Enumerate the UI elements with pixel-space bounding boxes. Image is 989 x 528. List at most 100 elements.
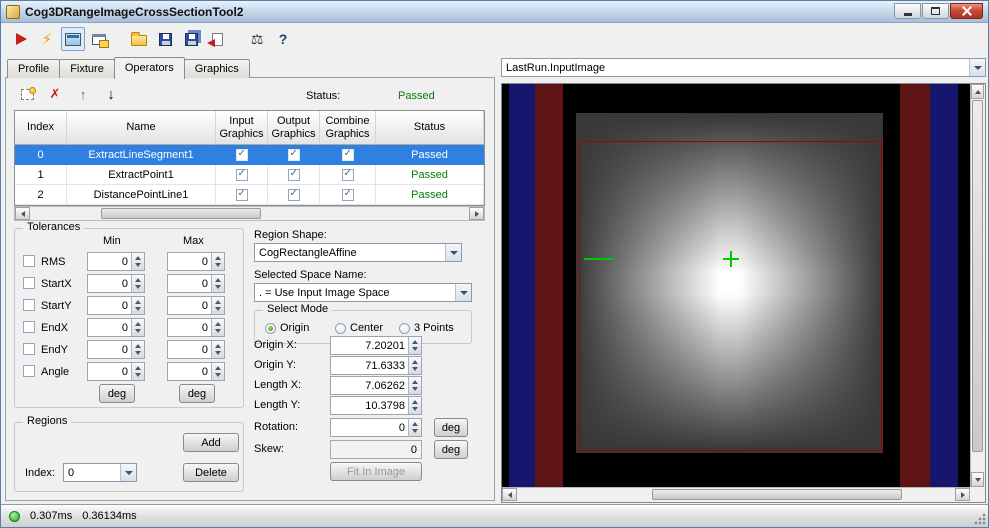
table-cell-input-graphics[interactable]: ✓ [216, 185, 268, 205]
starty-min-spinner[interactable]: 0 [87, 296, 145, 315]
angle-checkbox[interactable] [23, 365, 35, 377]
image-horizontal-scrollbar[interactable] [502, 487, 970, 502]
spinner-buttons[interactable] [408, 377, 421, 394]
close-button[interactable] [950, 3, 983, 19]
tab-fixture[interactable]: Fixture [59, 59, 115, 78]
table-cell-input-graphics[interactable]: ✓ [216, 165, 268, 185]
startx-min-spinner[interactable]: 0 [87, 274, 145, 293]
spinner-buttons[interactable] [211, 319, 224, 336]
combine-graphics-checkbox[interactable]: ✓ [341, 188, 354, 201]
spinner-buttons[interactable] [211, 297, 224, 314]
fit-in-image-button[interactable]: Fit In Image [330, 462, 422, 481]
spinner-buttons[interactable] [408, 419, 421, 436]
table-cell-combine-graphics[interactable]: ✓ [320, 145, 376, 165]
table-cell-status[interactable]: Passed [376, 145, 484, 165]
column-header-input-graphics[interactable]: Input Graphics [216, 111, 268, 145]
add-operator-button[interactable] [16, 84, 38, 104]
input-graphics-checkbox[interactable]: ✓ [235, 168, 248, 181]
endx-checkbox[interactable] [23, 321, 35, 333]
startx-checkbox[interactable] [23, 277, 35, 289]
combo-dropdown-button[interactable] [969, 59, 985, 76]
spinner-buttons[interactable] [131, 297, 144, 314]
table-cell-status[interactable]: Passed [376, 185, 484, 205]
column-header-combine-graphics[interactable]: Combine Graphics [320, 111, 376, 145]
combo-dropdown-button[interactable] [445, 244, 461, 261]
skew-deg-button[interactable]: deg [434, 440, 468, 459]
endy-max-spinner[interactable]: 0 [167, 340, 225, 359]
table-horizontal-scrollbar[interactable] [14, 206, 485, 221]
resize-grip[interactable] [974, 513, 986, 525]
spinner-buttons[interactable] [408, 397, 421, 414]
scroll-left-button[interactable] [502, 488, 517, 501]
angle-min-spinner[interactable]: 0 [87, 362, 145, 381]
table-cell-name[interactable]: ExtractLineSegment1 [67, 145, 216, 165]
origin-y-spinner[interactable]: 71.6333 [330, 356, 422, 375]
table-cell-input-graphics[interactable]: ✓ [216, 145, 268, 165]
spinner-buttons[interactable] [131, 275, 144, 292]
scroll-right-button[interactable] [955, 488, 970, 501]
image-source-combo[interactable]: LastRun.InputImage [501, 58, 986, 77]
scrollbar-thumb[interactable] [972, 100, 983, 452]
add-region-button[interactable]: Add [183, 433, 239, 452]
run-button[interactable] [9, 27, 33, 51]
endy-min-spinner[interactable]: 0 [87, 340, 145, 359]
table-cell-index[interactable]: 2 [15, 185, 67, 205]
spinner-buttons[interactable] [131, 341, 144, 358]
input-graphics-checkbox[interactable]: ✓ [235, 148, 248, 161]
scroll-left-button[interactable] [15, 207, 30, 220]
table-cell-name[interactable]: DistancePointLine1 [67, 185, 216, 205]
endx-min-spinner[interactable]: 0 [87, 318, 145, 337]
range-image-view[interactable] [502, 84, 970, 487]
endx-max-spinner[interactable]: 0 [167, 318, 225, 337]
region-index-combo[interactable]: 0 [63, 463, 137, 482]
move-up-button[interactable]: ↑ [72, 84, 94, 104]
spinner-buttons[interactable] [131, 253, 144, 270]
scrollbar-thumb[interactable] [101, 208, 261, 219]
float-result-button[interactable] [87, 27, 111, 51]
mode-3points-radio[interactable]: 3 Points [399, 322, 454, 334]
region-outline-graphic[interactable] [579, 141, 882, 451]
length-y-spinner[interactable]: 10.3798 [330, 396, 422, 415]
table-cell-output-graphics[interactable]: ✓ [268, 185, 320, 205]
angle-max-deg-button[interactable]: deg [179, 384, 215, 403]
delete-operator-button[interactable]: ✗ [44, 84, 66, 104]
spinner-buttons[interactable] [408, 357, 421, 374]
scrollbar-thumb[interactable] [652, 489, 902, 500]
save-all-button[interactable] [179, 27, 203, 51]
image-vertical-scrollbar[interactable] [970, 84, 985, 487]
tab-graphics[interactable]: Graphics [183, 59, 250, 78]
tab-profile[interactable]: Profile [7, 59, 61, 78]
mode-center-radio[interactable]: Center [335, 322, 383, 334]
column-header-output-graphics[interactable]: Output Graphics [268, 111, 320, 145]
starty-max-spinner[interactable]: 0 [167, 296, 225, 315]
result-display-button[interactable] [61, 27, 85, 51]
table-cell-output-graphics[interactable]: ✓ [268, 165, 320, 185]
run-continuous-button[interactable]: ⚡ [35, 27, 59, 51]
length-x-spinner[interactable]: 7.06262 [330, 376, 422, 395]
save-button[interactable] [153, 27, 177, 51]
title-bar[interactable]: Cog3DRangeImageCrossSectionTool2 [1, 1, 988, 23]
delete-region-button[interactable]: Delete [183, 463, 239, 482]
region-shape-combo[interactable]: CogRectangleAffine [254, 243, 462, 262]
table-cell-index[interactable]: 1 [15, 165, 67, 185]
table-cell-combine-graphics[interactable]: ✓ [320, 185, 376, 205]
rms-max-spinner[interactable]: 0 [167, 252, 225, 271]
tab-operators[interactable]: Operators [113, 57, 185, 79]
rotation-deg-button[interactable]: deg [434, 418, 468, 437]
spinner-buttons[interactable] [131, 363, 144, 380]
spinner-buttons[interactable] [131, 319, 144, 336]
angle-min-deg-button[interactable]: deg [99, 384, 135, 403]
combine-graphics-checkbox[interactable]: ✓ [341, 148, 354, 161]
column-header-name[interactable]: Name [67, 111, 216, 145]
spinner-buttons[interactable] [211, 275, 224, 292]
column-header-status[interactable]: Status [376, 111, 484, 145]
scroll-up-button[interactable] [971, 84, 984, 99]
maximize-button[interactable] [922, 3, 949, 19]
spinner-buttons[interactable] [408, 337, 421, 354]
table-cell-output-graphics[interactable]: ✓ [268, 145, 320, 165]
move-down-button[interactable]: ↓ [100, 84, 122, 104]
help-button[interactable]: ? [271, 27, 295, 51]
rotation-spinner[interactable]: 0 [330, 418, 422, 437]
balance-button[interactable]: ⚖ [245, 27, 269, 51]
import-button[interactable] [205, 27, 229, 51]
